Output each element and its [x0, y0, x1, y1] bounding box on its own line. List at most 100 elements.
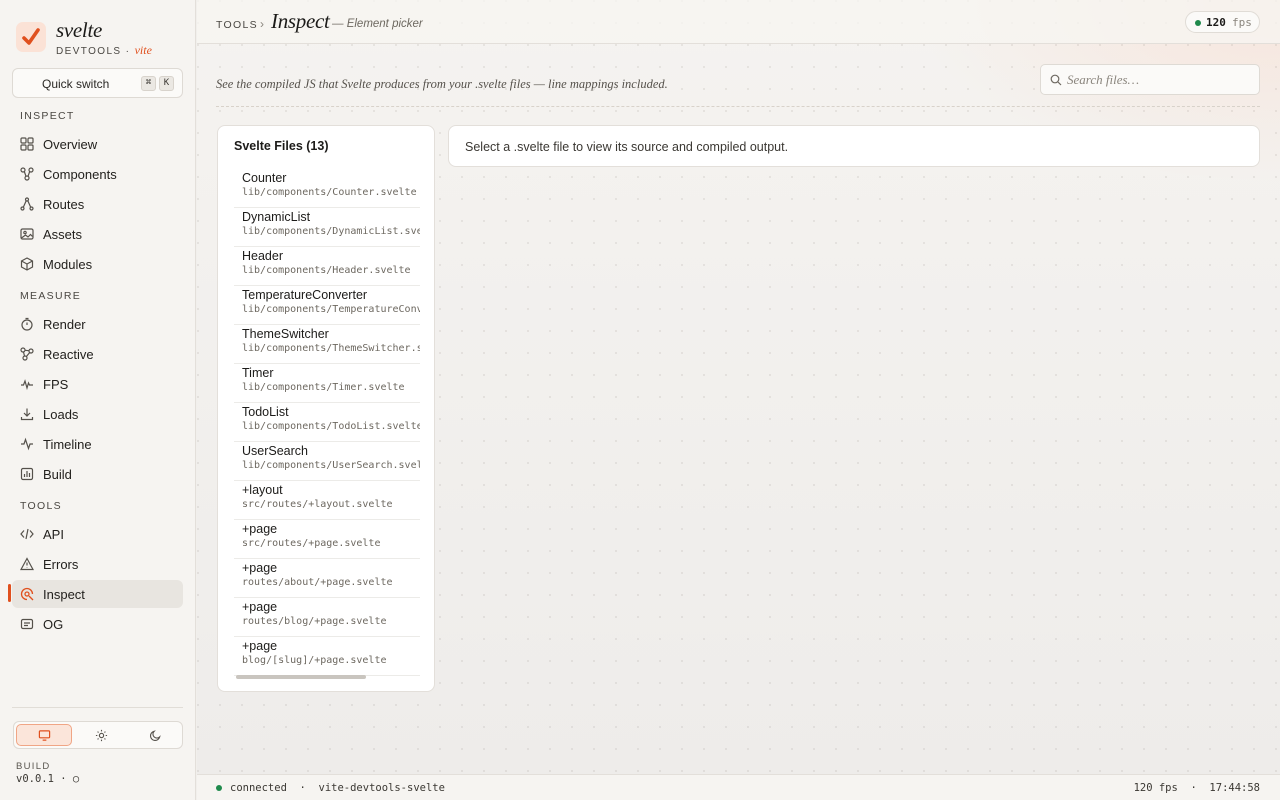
sidebar-item-label: Overview [43, 136, 98, 152]
file-item-page-blog[interactable]: +page routes/blog/+page.svelte [234, 598, 420, 637]
file-name: ThemeSwitcher [242, 327, 329, 341]
file-item-page-about[interactable]: +page routes/about/+page.svelte [234, 559, 420, 598]
sidebar-item-label: Loads [43, 406, 79, 422]
theme-system-button[interactable] [16, 724, 72, 746]
inspect-icon [20, 587, 34, 601]
file-name: DynamicList [242, 210, 311, 224]
file-item-page-blog-slug[interactable]: +page blog/[slug]/+page.svelte [234, 637, 420, 676]
brand-devtools-label: DEVTOOLS [56, 46, 122, 57]
monitor-icon [38, 729, 51, 742]
sidebar-item-label: Reactive [43, 346, 94, 362]
code-icon [20, 527, 34, 541]
status-dot [1195, 20, 1201, 26]
file-path: lib/components/Header.svelte [242, 265, 411, 276]
breadcrumb-tools[interactable]: TOOLS [216, 19, 258, 31]
sidebar-item-loads[interactable]: Loads [12, 400, 183, 428]
top-bar: TOOLS › Inspect — Element picker 120 fps [197, 0, 1280, 44]
bar-chart-icon [20, 467, 34, 481]
file-item-counter[interactable]: Counter lib/components/Counter.svelte [234, 169, 420, 208]
file-name: +page [242, 522, 278, 536]
sidebar-item-fps[interactable]: FPS [12, 370, 183, 398]
theme-light-button[interactable] [74, 722, 128, 748]
sidebar-item-label: Build [43, 466, 72, 482]
stopwatch-icon [20, 317, 34, 331]
sidebar-item-label: API [43, 526, 64, 542]
sidebar-item-overview[interactable]: Overview [12, 130, 183, 158]
grid-icon [20, 137, 34, 151]
file-path: lib/components/Counter.svelte [242, 187, 417, 198]
file-name: Timer [242, 366, 274, 380]
file-item-dynamiclist[interactable]: DynamicList lib/components/DynamicList.sv… [234, 208, 420, 247]
file-path: lib/components/TemperatureConverter.svel… [242, 304, 420, 315]
file-path: lib/components/UserSearch.svelte [242, 460, 420, 471]
cube-icon [20, 257, 34, 271]
sidebar-item-og[interactable]: OG [12, 610, 183, 638]
page-subtitle: — Element picker [332, 18, 423, 30]
brand-subtitle: DEVTOOLS · vite [56, 43, 152, 58]
file-name: UserSearch [242, 444, 308, 458]
brand-name: svelte [56, 18, 103, 42]
sidebar-item-components[interactable]: Components [12, 160, 183, 188]
theme-dark-button[interactable] [128, 722, 182, 748]
sun-icon [95, 729, 108, 742]
file-name: TodoList [242, 405, 289, 419]
sidebar-item-label: Assets [43, 226, 83, 242]
file-item-layout[interactable]: +layout src/routes/+layout.svelte [234, 481, 420, 520]
build-version: v0.0.1 · ○ [16, 773, 80, 785]
quick-switch-button[interactable]: Quick switch ⌘ K [12, 68, 183, 98]
sidebar-item-label: Inspect [43, 586, 85, 602]
horizontal-scrollbar[interactable] [236, 675, 366, 679]
quick-switch-label: Quick switch [42, 77, 110, 91]
brand[interactable]: svelte DEVTOOLS · vite [16, 18, 186, 58]
build-label: BUILD [16, 761, 51, 772]
k-key: K [159, 76, 174, 91]
brand-vite-label: vite [134, 43, 152, 57]
section-title-tools: TOOLS [20, 500, 62, 512]
sidebar-item-timeline[interactable]: Timeline [12, 430, 183, 458]
file-item-temperatureconverter[interactable]: TemperatureConverter lib/components/Tempe… [234, 286, 420, 325]
sidebar-item-label: Timeline [43, 436, 92, 452]
brand-separator: · [121, 46, 135, 57]
image-icon [20, 227, 34, 241]
pulse-icon [20, 377, 34, 391]
sidebar-item-inspect[interactable]: Inspect [12, 580, 183, 608]
file-item-header[interactable]: Header lib/components/Header.svelte [234, 247, 420, 286]
card-icon [20, 617, 34, 631]
sidebar-item-routes[interactable]: Routes [12, 190, 183, 218]
file-name: +layout [242, 483, 283, 497]
sidebar-item-api[interactable]: API [12, 520, 183, 548]
file-item-page-root[interactable]: +page src/routes/+page.svelte [234, 520, 420, 559]
sidebar-item-reactive[interactable]: Reactive [12, 340, 183, 368]
page-description: See the compiled JS that Svelte produces… [216, 77, 668, 91]
sidebar-divider [12, 707, 183, 708]
sidebar-item-build[interactable]: Build [12, 460, 183, 488]
fps-unit: fps [1232, 16, 1252, 29]
sidebar: svelte DEVTOOLS · vite Quick switch ⌘ K … [0, 0, 196, 800]
file-list[interactable]: Counter lib/components/Counter.svelte Dyn… [234, 169, 420, 676]
sidebar-item-assets[interactable]: Assets [12, 220, 183, 248]
active-indicator [8, 584, 11, 602]
main-content: TOOLS › Inspect — Element picker 120 fps… [197, 0, 1280, 800]
svelte-logo-icon [16, 22, 46, 52]
graph-icon [20, 347, 34, 361]
file-item-usersearch[interactable]: UserSearch lib/components/UserSearch.svel… [234, 442, 420, 481]
file-path: lib/components/Timer.svelte [242, 382, 405, 393]
sidebar-item-render[interactable]: Render [12, 310, 183, 338]
section-title-measure: MEASURE [20, 290, 82, 302]
breadcrumb-separator: › [260, 17, 264, 31]
page-title: Inspect [271, 9, 330, 33]
sidebar-item-label: Modules [43, 256, 93, 272]
status-fps-time: 120 fps · 17:44:58 [1133, 782, 1260, 794]
file-item-themeswitcher[interactable]: ThemeSwitcher lib/components/ThemeSwitche… [234, 325, 420, 364]
sidebar-item-label: Errors [43, 556, 79, 572]
search-box[interactable] [1040, 64, 1260, 95]
sidebar-item-errors[interactable]: Errors [12, 550, 183, 578]
moon-icon [149, 729, 162, 742]
file-item-timer[interactable]: Timer lib/components/Timer.svelte [234, 364, 420, 403]
search-input[interactable] [1067, 71, 1252, 89]
file-item-todolist[interactable]: TodoList lib/components/TodoList.svelte [234, 403, 420, 442]
routes-icon [20, 197, 34, 211]
sidebar-item-modules[interactable]: Modules [12, 250, 183, 278]
file-path: routes/about/+page.svelte [242, 577, 393, 588]
warning-icon [20, 557, 34, 571]
